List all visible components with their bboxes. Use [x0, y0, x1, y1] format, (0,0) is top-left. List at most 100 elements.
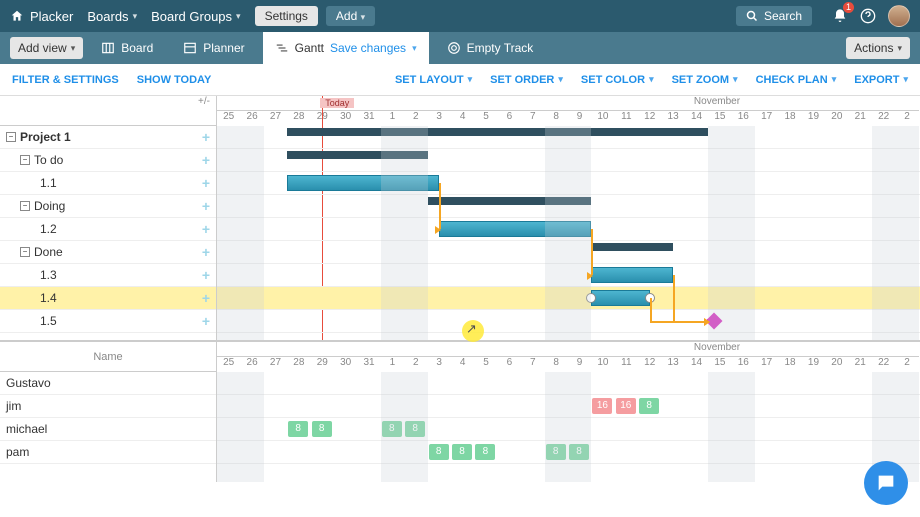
chevron-down-icon: ▾	[412, 43, 417, 54]
set-order-button[interactable]: SET ORDER ▾	[490, 74, 563, 86]
allocation-chip[interactable]: 8	[639, 398, 659, 414]
add-task-icon[interactable]: +	[202, 290, 210, 306]
add-task-icon[interactable]: +	[202, 129, 210, 145]
filter-settings-button[interactable]: FILTER & SETTINGS	[12, 74, 119, 86]
task-row[interactable]: 1.5+	[0, 310, 216, 333]
tab-planner[interactable]: Planner	[171, 32, 256, 64]
add-task-icon[interactable]: +	[202, 152, 210, 168]
collapse-toggle[interactable]: −	[20, 155, 30, 165]
nav-board-groups[interactable]: Board Groups▾	[151, 9, 240, 24]
task-row[interactable]: 1.3+	[0, 264, 216, 287]
chat-fab[interactable]	[864, 461, 908, 505]
day-cell: 21	[849, 110, 872, 126]
brand-label: Placker	[30, 9, 73, 24]
save-changes-link[interactable]: Save changes	[330, 41, 406, 55]
day-cell: 20	[825, 356, 848, 372]
task-bar[interactable]	[591, 290, 650, 306]
check-plan-button[interactable]: CHECK PLAN ▾	[756, 74, 837, 86]
search-button[interactable]: Search	[736, 6, 812, 26]
task-row[interactable]: −Done+	[0, 241, 216, 264]
resource-row[interactable]: Gustavo	[0, 372, 216, 395]
collapse-toggle[interactable]: −	[20, 201, 30, 211]
weekend-shade	[708, 126, 755, 340]
day-cell: 18	[778, 356, 801, 372]
task-label: Doing	[34, 199, 210, 213]
day-cell: 2	[404, 110, 427, 126]
resource-row[interactable]: pam	[0, 441, 216, 464]
allocation-chip[interactable]: 16	[592, 398, 612, 414]
nav-boards[interactable]: Boards▾	[87, 9, 137, 24]
day-cell: 29	[311, 356, 334, 372]
export-button[interactable]: EXPORT ▾	[854, 74, 908, 86]
add-task-icon[interactable]: +	[202, 267, 210, 283]
task-row[interactable]: −Project 1+	[0, 126, 216, 149]
settings-button[interactable]: Settings	[255, 6, 318, 26]
allocation-chip[interactable]: 8	[475, 444, 495, 460]
brand-home[interactable]: Placker	[10, 9, 73, 24]
task-row[interactable]: −Doing+	[0, 195, 216, 218]
add-button[interactable]: Add ▾	[326, 6, 375, 26]
chevron-down-icon: ▾	[133, 11, 138, 22]
set-color-button[interactable]: SET COLOR ▾	[581, 74, 654, 86]
user-avatar[interactable]	[888, 5, 910, 27]
expand-collapse-icon[interactable]: +/-	[198, 96, 210, 107]
task-list-header: +/-	[0, 96, 216, 126]
task-row[interactable]: 1.1+	[0, 172, 216, 195]
add-task-icon[interactable]: +	[202, 198, 210, 214]
day-cell: 4	[451, 110, 474, 126]
resource-timeline[interactable]: November 2526272829303112345678910111213…	[217, 342, 920, 482]
day-cell: 9	[568, 356, 591, 372]
notifications-button[interactable]: 1	[832, 8, 848, 24]
day-cell: 15	[708, 110, 731, 126]
collapse-toggle[interactable]: −	[20, 247, 30, 257]
summary-bar[interactable]	[591, 243, 673, 251]
day-cell: 19	[802, 110, 825, 126]
task-bar[interactable]	[591, 267, 673, 283]
tab-empty-track[interactable]: Empty Track	[435, 32, 546, 64]
task-label: 1.1	[40, 176, 210, 190]
task-row[interactable]: 1.2+	[0, 218, 216, 241]
actions-button[interactable]: Actions ▾	[846, 37, 910, 59]
help-button[interactable]	[860, 8, 876, 24]
tab-gantt[interactable]: Gantt Save changes ▾	[263, 32, 429, 64]
chevron-down-icon: ▾	[558, 74, 563, 85]
resource-name-header: Name	[0, 342, 216, 372]
add-task-icon[interactable]: +	[202, 175, 210, 191]
notif-badge: 1	[843, 2, 854, 13]
allocation-chip[interactable]: 16	[616, 398, 636, 414]
day-cell: 30	[334, 110, 357, 126]
allocation-chip[interactable]: 8	[452, 444, 472, 460]
collapse-toggle[interactable]: −	[6, 132, 16, 142]
day-cell: 14	[685, 356, 708, 372]
day-cell: 17	[755, 110, 778, 126]
allocation-chip[interactable]: 8	[288, 421, 308, 437]
dependency-line	[673, 275, 675, 321]
task-row[interactable]: −To do+	[0, 149, 216, 172]
day-cell: 5	[474, 110, 497, 126]
add-task-icon[interactable]: +	[202, 221, 210, 237]
allocation-chip[interactable]: 8	[429, 444, 449, 460]
set-layout-button[interactable]: SET LAYOUT ▾	[395, 74, 472, 86]
task-row[interactable]: 1.4+	[0, 287, 216, 310]
day-cell: 19	[802, 356, 825, 372]
weekend-shade	[708, 372, 755, 482]
tab-board[interactable]: Board	[89, 32, 165, 64]
day-cell: 13	[661, 356, 684, 372]
day-cell: 26	[240, 110, 263, 126]
day-cell: 3	[428, 110, 451, 126]
set-zoom-button[interactable]: SET ZOOM ▾	[672, 74, 738, 86]
allocation-chip[interactable]: 8	[312, 421, 332, 437]
add-task-icon[interactable]: +	[202, 244, 210, 260]
summary-bar[interactable]	[287, 128, 708, 136]
day-cell: 3	[428, 356, 451, 372]
gantt-timeline[interactable]: November 2526272829303112345678910111213…	[217, 96, 920, 340]
resource-row[interactable]: michael	[0, 418, 216, 441]
resource-name: Gustavo	[6, 376, 210, 390]
weekend-shade	[381, 126, 428, 340]
chevron-down-icon: ▾	[71, 43, 76, 54]
resource-row[interactable]: jim	[0, 395, 216, 418]
task-label: Project 1	[20, 130, 210, 144]
show-today-button[interactable]: SHOW TODAY	[137, 74, 212, 86]
add-view-button[interactable]: Add view ▾	[10, 37, 83, 59]
add-task-icon[interactable]: +	[202, 313, 210, 329]
